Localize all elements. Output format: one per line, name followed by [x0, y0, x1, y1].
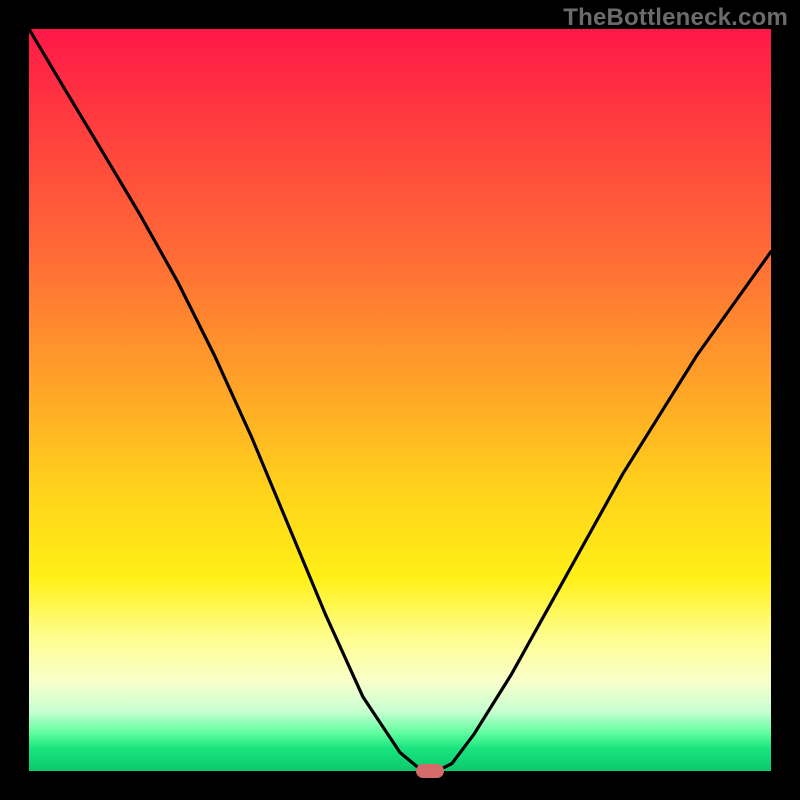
plot-area [29, 29, 771, 771]
bottleneck-curve [29, 29, 771, 771]
optimum-marker [416, 764, 444, 778]
chart-frame: TheBottleneck.com [0, 0, 800, 800]
watermark-text: TheBottleneck.com [563, 4, 788, 32]
